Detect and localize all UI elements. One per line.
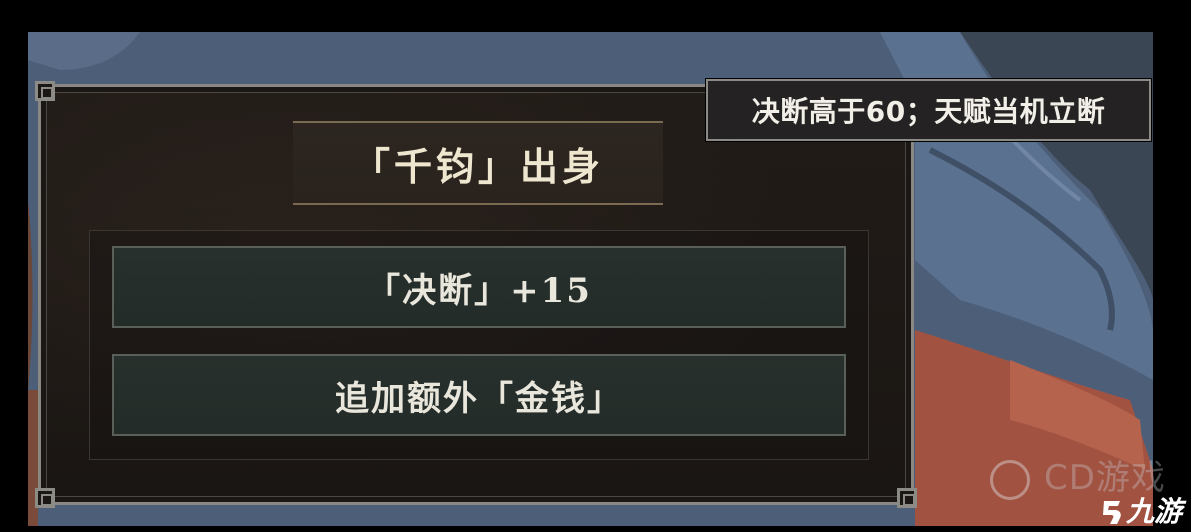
option-list: 「决断」+15 追加额外「金钱」 [89, 230, 869, 460]
game-scene: 「千钧」出身 「决断」+15 追加额外「金钱」 决断高于60；天赋当机立断 CD… [0, 0, 1191, 532]
panel-corner-ornament [35, 488, 55, 508]
tooltip-text: 决断高于60；天赋当机立断 [751, 95, 1106, 128]
jiuyou-logo: 九游 [1098, 492, 1191, 532]
panel-corner-ornament [35, 81, 55, 101]
option-row-extra-money[interactable]: 追加额外「金钱」 [112, 354, 846, 436]
panel-corner-ornament [897, 488, 917, 508]
origin-card-panel: 「千钧」出身 「决断」+15 追加额外「金钱」 [35, 81, 917, 508]
option-row-decision-bonus[interactable]: 「决断」+15 [112, 246, 846, 328]
jiuyou-logo-text: 九游 [1126, 495, 1183, 528]
card-title-plate: 「千钧」出身 [293, 121, 663, 205]
option-label: 追加额外「金钱」 [335, 378, 623, 419]
option-label: 「决断」+15 [366, 270, 592, 311]
card-title: 「千钧」出身 [351, 143, 604, 189]
jiuyou-logo-icon [1103, 501, 1121, 524]
cd-watermark-circle-icon [990, 460, 1030, 500]
requirement-tooltip: 决断高于60；天赋当机立断 [705, 78, 1152, 142]
